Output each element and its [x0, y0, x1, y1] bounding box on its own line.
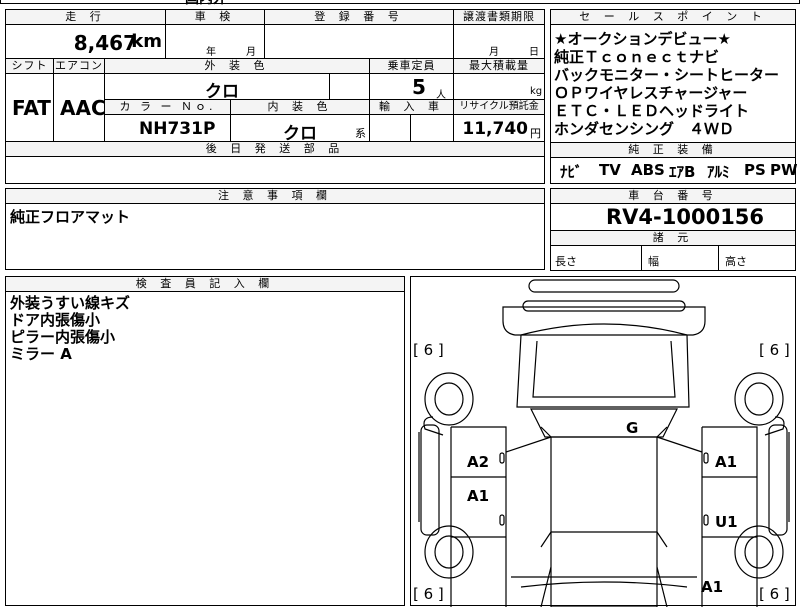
color-no-cell: NH731P — [104, 114, 231, 142]
tire-mark: [ 6 ] — [759, 585, 790, 603]
dimension-height-cell: 高さ — [718, 245, 796, 271]
registration-label: 登 録 番 号 — [264, 9, 454, 25]
shift-label: シフト — [5, 58, 54, 74]
equipment-item: ABS — [631, 161, 665, 179]
equipment-cell: ﾅﾋﾞ TV ABS ｴｱB ｱﾙﾐ PS PW — [550, 157, 798, 184]
dimension-length-cell: 長さ — [550, 245, 642, 271]
aircon-cell: AAC — [53, 73, 106, 142]
max-load-unit: kg — [530, 86, 543, 97]
shift-cell: FAT — [5, 73, 54, 142]
equipment-label: 純 正 装 備 — [550, 142, 796, 158]
interior-color-label: 内 装 色 — [230, 99, 370, 115]
top-fragment-text: 国内外 — [185, 0, 227, 8]
mileage-unit: km — [131, 31, 162, 52]
chassis-label: 車 台 番 号 — [550, 188, 796, 204]
sales-point-line: ★オークションデビュー★ — [554, 30, 731, 48]
tire-mark: [ 6 ] — [413, 585, 444, 603]
sales-point-line: ＥＴＣ・ＬＥＤヘッドライト — [554, 102, 750, 120]
exterior-color-label: 外 装 色 — [104, 58, 370, 74]
color-no-value: NH731P — [139, 119, 216, 139]
interior-color-cell: クロ 系 — [230, 114, 370, 144]
shaken-cell: 年 月 — [165, 24, 265, 59]
transfer-month-unit: 月 — [489, 47, 499, 58]
recycle-label: リサイクル預託金 — [453, 99, 545, 115]
shift-value: FAT — [12, 96, 51, 120]
aircon-value: AAC — [60, 96, 106, 120]
later-parts-label: 後 日 発 送 部 品 — [5, 141, 545, 157]
equipment-item: PW — [770, 161, 798, 179]
sales-point-line: ＯＰワイヤレスチャージャー — [554, 84, 748, 102]
capacity-value: 5 — [412, 75, 426, 99]
mileage-label: 走 行 — [5, 9, 166, 25]
sales-points-cell: ★オークションデビュー★ 純正Ｔｃｏｎｅｃｔナビ バックモニター・シートヒーター… — [550, 24, 796, 143]
exterior-color-extra-cell — [329, 73, 370, 100]
shaken-month-unit: 月 — [246, 47, 256, 58]
dimension-width-label: 幅 — [648, 255, 659, 268]
damage-mark: A2 — [467, 453, 489, 471]
damage-mark: G — [626, 419, 638, 437]
notes-cell: 純正フロアマット — [5, 203, 545, 270]
import-cell-b — [410, 114, 454, 142]
dimension-width-cell: 幅 — [641, 245, 719, 271]
dimension-height-label: 高さ — [725, 255, 747, 268]
tire-mark: [ 6 ] — [413, 341, 444, 359]
transfer-deadline-label: 譲渡書類期限 — [453, 9, 545, 25]
sales-points-label: セ ー ル ス ポ イ ン ト — [550, 9, 796, 25]
top-fragment-row — [0, 0, 800, 4]
car-diagram-frame: [ 6 ] [ 6 ] [ 6 ] [ 6 ] G A2 A1 A1 U1 A1 — [410, 276, 796, 607]
chassis-cell: RV4-1000156 — [550, 203, 796, 231]
inspector-cell: 外装うすい線キズ ドア内張傷小 ピラー内張傷小 ミラー A — [5, 291, 405, 606]
interior-color-suffix: 系 — [355, 127, 366, 140]
notes-label: 注 意 事 項 欄 — [5, 188, 545, 204]
capacity-cell: 5 人 — [369, 73, 454, 101]
inspector-line: 外装うすい線キズ — [10, 294, 131, 312]
equipment-item: ﾅﾋﾞ — [560, 163, 583, 181]
dimensions-label: 諸 元 — [550, 230, 796, 246]
car-diagram: [ 6 ] [ 6 ] [ 6 ] [ 6 ] G A2 A1 A1 U1 A1 — [413, 279, 790, 607]
shaken-label: 車 検 — [165, 9, 265, 25]
mileage-cell: 8,467 km — [5, 24, 166, 59]
inspector-line: ピラー内張傷小 — [10, 328, 116, 346]
sales-point-line: 純正Ｔｃｏｎｅｃｔナビ — [554, 48, 720, 66]
later-parts-cell — [5, 156, 545, 184]
registration-cell — [264, 24, 454, 59]
inspector-line: ミラー A — [10, 345, 72, 363]
damage-mark: A1 — [715, 453, 737, 471]
inspector-label: 検 査 員 記 入 欄 — [5, 276, 405, 292]
max-load-label: 最大積載量 — [453, 58, 545, 74]
exterior-color-cell: クロ — [104, 73, 330, 102]
tire-mark: [ 6 ] — [759, 341, 790, 359]
import-label: 輸 入 車 — [369, 99, 454, 115]
notes-text: 純正フロアマット — [10, 208, 131, 226]
transfer-day-unit: 日 — [529, 47, 539, 58]
equipment-item: ｴｱB — [669, 163, 696, 181]
recycle-unit: 円 — [530, 127, 541, 140]
equipment-item: PS — [744, 161, 766, 179]
equipment-item: TV — [599, 161, 621, 179]
recycle-value: 11,740 — [462, 119, 528, 139]
damage-mark: U1 — [715, 513, 738, 531]
transfer-deadline-cell: 月 日 — [453, 24, 545, 59]
capacity-label: 乗車定員 — [369, 58, 454, 74]
shaken-year-unit: 年 — [206, 47, 216, 58]
inspector-line: ドア内張傷小 — [10, 311, 101, 329]
dimension-length-label: 長さ — [555, 255, 577, 268]
mileage-value: 8,467 — [73, 31, 137, 55]
aircon-label: エアコン — [53, 58, 105, 74]
recycle-cell: 11,740 円 — [453, 114, 545, 142]
equipment-item: ｱﾙﾐ — [707, 163, 730, 181]
damage-mark: A1 — [467, 487, 489, 505]
sales-point-line: ホンダセンシング ４ＷＤ — [554, 120, 735, 138]
sales-point-line: バックモニター・シートヒーター — [554, 66, 780, 84]
max-load-cell: kg — [453, 73, 545, 100]
chassis-value: RV4-1000156 — [606, 205, 765, 229]
color-no-label: カ ラ ー Ｎｏ. — [104, 99, 231, 115]
import-cell-a — [369, 114, 411, 142]
damage-mark: A1 — [701, 578, 723, 596]
